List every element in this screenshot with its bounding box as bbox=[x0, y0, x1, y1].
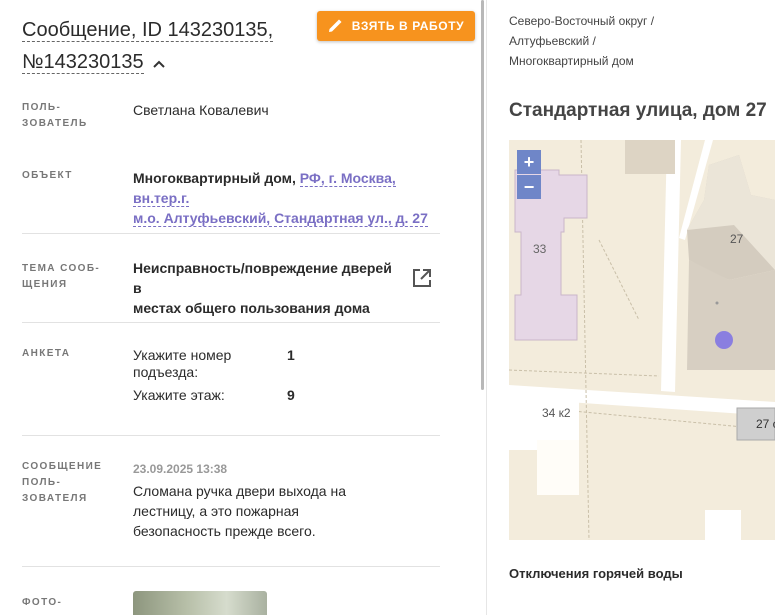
map-label-27: 27 bbox=[730, 232, 744, 246]
user-label: ПОЛЬ- ЗОВАТЕЛЬ bbox=[22, 102, 88, 129]
breadcrumb-item[interactable]: Многоквартирный дом bbox=[509, 51, 654, 71]
map-label-27c: 27 с bbox=[756, 417, 775, 431]
divider bbox=[22, 566, 440, 567]
map-location-marker bbox=[715, 331, 733, 349]
location-title: Стандартная улица, дом 27 bbox=[509, 100, 767, 121]
object-address-link-2[interactable]: м.о. Алтуфьевский, Стандартная ул., д. 2… bbox=[133, 210, 428, 227]
message-title[interactable]: Сообщение, ID 143230135, №143230135 bbox=[22, 14, 307, 79]
user-message-date: 23.09.2025 13:38 bbox=[133, 462, 228, 476]
object-label: ОБЪЕКТ bbox=[22, 170, 73, 181]
survey-answer: 1 bbox=[287, 347, 295, 363]
pencil-icon bbox=[328, 19, 342, 33]
object-value: Многоквартирный дом, РФ, г. Москва, вн.т… bbox=[133, 168, 443, 228]
user-name: Светлана Ковалевич bbox=[133, 102, 269, 118]
scrollbar[interactable] bbox=[481, 0, 484, 390]
message-panel: Сообщение, ID 143230135, №143230135 ВЗЯТ… bbox=[0, 0, 480, 615]
breadcrumb-item[interactable]: Алтуфьевский / bbox=[509, 31, 654, 51]
divider bbox=[22, 435, 440, 436]
breadcrumb: Северо-Восточный округ / Алтуфьевский / … bbox=[509, 11, 654, 71]
survey-question: Укажите номер подъезда: bbox=[133, 347, 232, 380]
take-to-work-button[interactable]: ВЗЯТЬ В РАБОТУ bbox=[317, 11, 475, 41]
map[interactable]: 33 27 34 к2 27 с + − bbox=[509, 140, 775, 540]
message-title-text[interactable]: Сообщение, ID 143230135, №143230135 bbox=[22, 19, 274, 74]
map-canvas bbox=[509, 140, 775, 540]
user-message-text: Сломана ручка двери выхода на лестницу, а… bbox=[133, 483, 346, 539]
survey-question: Укажите этаж: bbox=[133, 387, 225, 403]
breadcrumb-item[interactable]: Северо-Восточный округ / bbox=[509, 11, 654, 31]
survey-answer: 9 bbox=[287, 387, 295, 403]
photo-label: ФОТО- bbox=[22, 597, 63, 608]
photo-thumbnail[interactable] bbox=[133, 591, 267, 615]
zoom-out-button[interactable]: − bbox=[517, 175, 541, 199]
zoom-control: + − bbox=[517, 150, 541, 199]
divider bbox=[22, 322, 440, 323]
zoom-in-button[interactable]: + bbox=[517, 150, 541, 174]
panel-divider bbox=[486, 0, 487, 615]
chevron-up-icon[interactable] bbox=[152, 47, 166, 79]
map-label-34k2: 34 к2 bbox=[542, 406, 571, 420]
topic-value: Неисправность/повреждение дверей в местах… bbox=[133, 260, 392, 316]
divider bbox=[22, 233, 440, 234]
take-to-work-label: ВЗЯТЬ В РАБОТУ bbox=[351, 19, 465, 33]
map-label-33: 33 bbox=[533, 242, 547, 256]
topic-label: ТЕМА СООБ- ЩЕНИЯ bbox=[22, 263, 101, 290]
user-message-label: СООБЩЕНИЕ ПОЛЬ- ЗОВАТЕЛЯ bbox=[22, 461, 103, 504]
object-type: Многоквартирный дом, bbox=[133, 170, 296, 186]
hot-water-outage-heading: Отключения горячей воды bbox=[509, 566, 683, 581]
survey-label: АНКЕТА bbox=[22, 348, 71, 359]
external-link-icon[interactable] bbox=[411, 267, 433, 294]
